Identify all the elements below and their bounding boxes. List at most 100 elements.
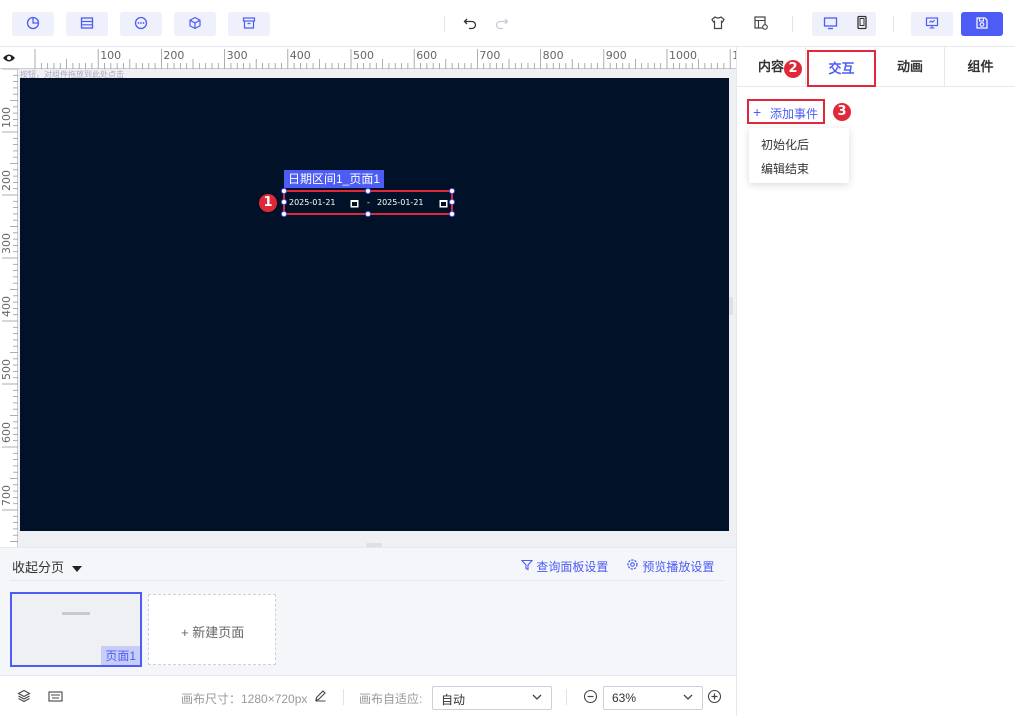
new-page-button[interactable]: + 新建页面: [148, 594, 276, 665]
undo-button[interactable]: [460, 14, 480, 34]
resize-handle-t[interactable]: [365, 188, 371, 194]
status-divider: [566, 689, 567, 705]
resize-handle-b[interactable]: [365, 211, 371, 217]
plus-icon: +: [753, 104, 762, 120]
redo-icon: [495, 16, 509, 33]
collapse-pages-label: 收起分页: [12, 560, 65, 575]
calendar-icon[interactable]: [439, 197, 448, 211]
resize-handle-l[interactable]: [281, 199, 287, 205]
zoom-out-icon[interactable]: [583, 689, 598, 707]
page-name-tag: 页面1: [101, 646, 140, 665]
save-icon: [975, 16, 989, 33]
cube-button[interactable]: [174, 12, 216, 36]
toolbar-divider: [444, 16, 445, 32]
resize-handle-r[interactable]: [449, 199, 455, 205]
edit-pencil-icon[interactable]: [314, 689, 327, 705]
adapt-label: 画布自适应:: [359, 692, 423, 706]
more-icon: [134, 16, 148, 33]
top-toolbar: [0, 0, 1015, 47]
date-separator: -: [367, 198, 370, 207]
chevron-down-icon: [682, 691, 694, 706]
resize-handle-bl[interactable]: [281, 211, 287, 217]
cube-icon: [188, 16, 202, 33]
adapt-select-value: 自动: [441, 693, 466, 707]
ruler-label: 900: [606, 49, 627, 62]
page-thumbnail[interactable]: 页面1: [10, 592, 142, 667]
tab-interaction[interactable]: 交互: [807, 50, 876, 87]
plus-icon: +: [181, 625, 189, 640]
resize-handle-br[interactable]: [449, 211, 455, 217]
ruler-label: 600: [0, 422, 13, 443]
new-page-label: 新建页面: [192, 625, 245, 640]
end-date[interactable]: 2025-01-21: [377, 198, 424, 207]
preview-icon: [925, 16, 939, 33]
panel-tabs: 内容 交互 动画 组件: [737, 47, 1015, 87]
archive-button[interactable]: [228, 12, 270, 36]
monitor-icon: [823, 16, 838, 33]
shirt-icon: [710, 15, 726, 34]
vertical-ruler: 100 200 300 400 500 600 700: [0, 69, 18, 547]
chevron-down-icon: [531, 691, 543, 706]
property-panel: 内容 交互 动画 组件 2 + 添加事件 3 初始化后 编辑结束: [736, 47, 1015, 716]
preview-settings-button[interactable]: 预览播放设置: [626, 558, 714, 575]
thumbnail-preview: [62, 612, 90, 615]
resize-handle-tr[interactable]: [449, 188, 455, 194]
ruler-label: 700: [479, 49, 500, 62]
eye-icon[interactable]: [2, 52, 16, 67]
pages-divider: [10, 580, 724, 581]
zoom-value: 63%: [612, 691, 637, 705]
ruler-label: 100: [100, 49, 121, 62]
ruler-label: 700: [0, 485, 13, 506]
ruler-label: 500: [0, 359, 13, 380]
start-date[interactable]: 2025-01-21: [289, 198, 336, 207]
step-badge-1: 1: [259, 194, 277, 212]
tab-components[interactable]: 组件: [945, 47, 1015, 87]
ruler-label: 300: [0, 233, 13, 254]
ruler-label: 100: [0, 107, 13, 128]
preview-button[interactable]: [911, 12, 953, 36]
pie-button[interactable]: [12, 12, 54, 36]
ruler-label: 200: [0, 170, 13, 191]
undo-icon: [463, 16, 477, 33]
layers-icon[interactable]: [17, 689, 31, 706]
more-button[interactable]: [120, 12, 162, 36]
ruler-label: 800: [543, 49, 564, 62]
ruler-label: 400: [0, 296, 13, 317]
zoom-select[interactable]: 63%: [603, 686, 703, 710]
resize-handle-tl[interactable]: [281, 188, 287, 194]
query-panel-settings-button[interactable]: 查询面板设置: [520, 558, 608, 575]
desktop-view-button[interactable]: [818, 14, 842, 34]
theme-button[interactable]: [708, 14, 728, 34]
zoom-in-icon[interactable]: [707, 689, 722, 707]
gear-icon: [626, 559, 639, 574]
pie-chart-icon: [26, 16, 40, 33]
pages-panel: 收起分页 查询面板设置 预览播放设置 页面1 + 新建页面: [0, 547, 736, 675]
add-event-button[interactable]: + 添加事件: [747, 99, 825, 124]
step-badge-2: 2: [784, 60, 802, 78]
redo-button[interactable]: [492, 14, 512, 34]
table-icon: [80, 16, 94, 33]
collapse-pages-button[interactable]: 收起分页: [12, 557, 82, 576]
calendar-icon[interactable]: [350, 197, 359, 211]
ruler-label: 200: [163, 49, 184, 62]
table-button-main[interactable]: [66, 12, 108, 36]
preview-settings-label: 预览播放设置: [642, 560, 715, 574]
ruler-label: 1000: [669, 49, 697, 62]
caret-down-icon: [71, 565, 82, 572]
design-canvas[interactable]: [20, 78, 729, 531]
canvas-size-label: 画布尺寸：1280×720px: [181, 692, 308, 706]
new-page-label-row: + 新建页面: [181, 622, 244, 641]
save-button[interactable]: [961, 12, 1003, 36]
keyboard-icon[interactable]: [48, 691, 63, 705]
tab-animation[interactable]: 动画: [876, 47, 945, 87]
ruler-label: 500: [353, 49, 374, 62]
adapt-select[interactable]: 自动: [432, 686, 552, 710]
ruler-label: 400: [290, 49, 311, 62]
event-option-init[interactable]: 初始化后: [761, 136, 809, 153]
page-settings-button[interactable]: [751, 14, 771, 34]
tablet-view-button[interactable]: [850, 14, 874, 34]
event-dropdown: 初始化后 编辑结束: [749, 128, 849, 183]
status-bar: 画布尺寸：1280×720px 画布自适应: 自动 63%: [0, 675, 736, 716]
toolbar-divider: [792, 16, 793, 32]
event-option-edit-end[interactable]: 编辑结束: [761, 160, 809, 177]
